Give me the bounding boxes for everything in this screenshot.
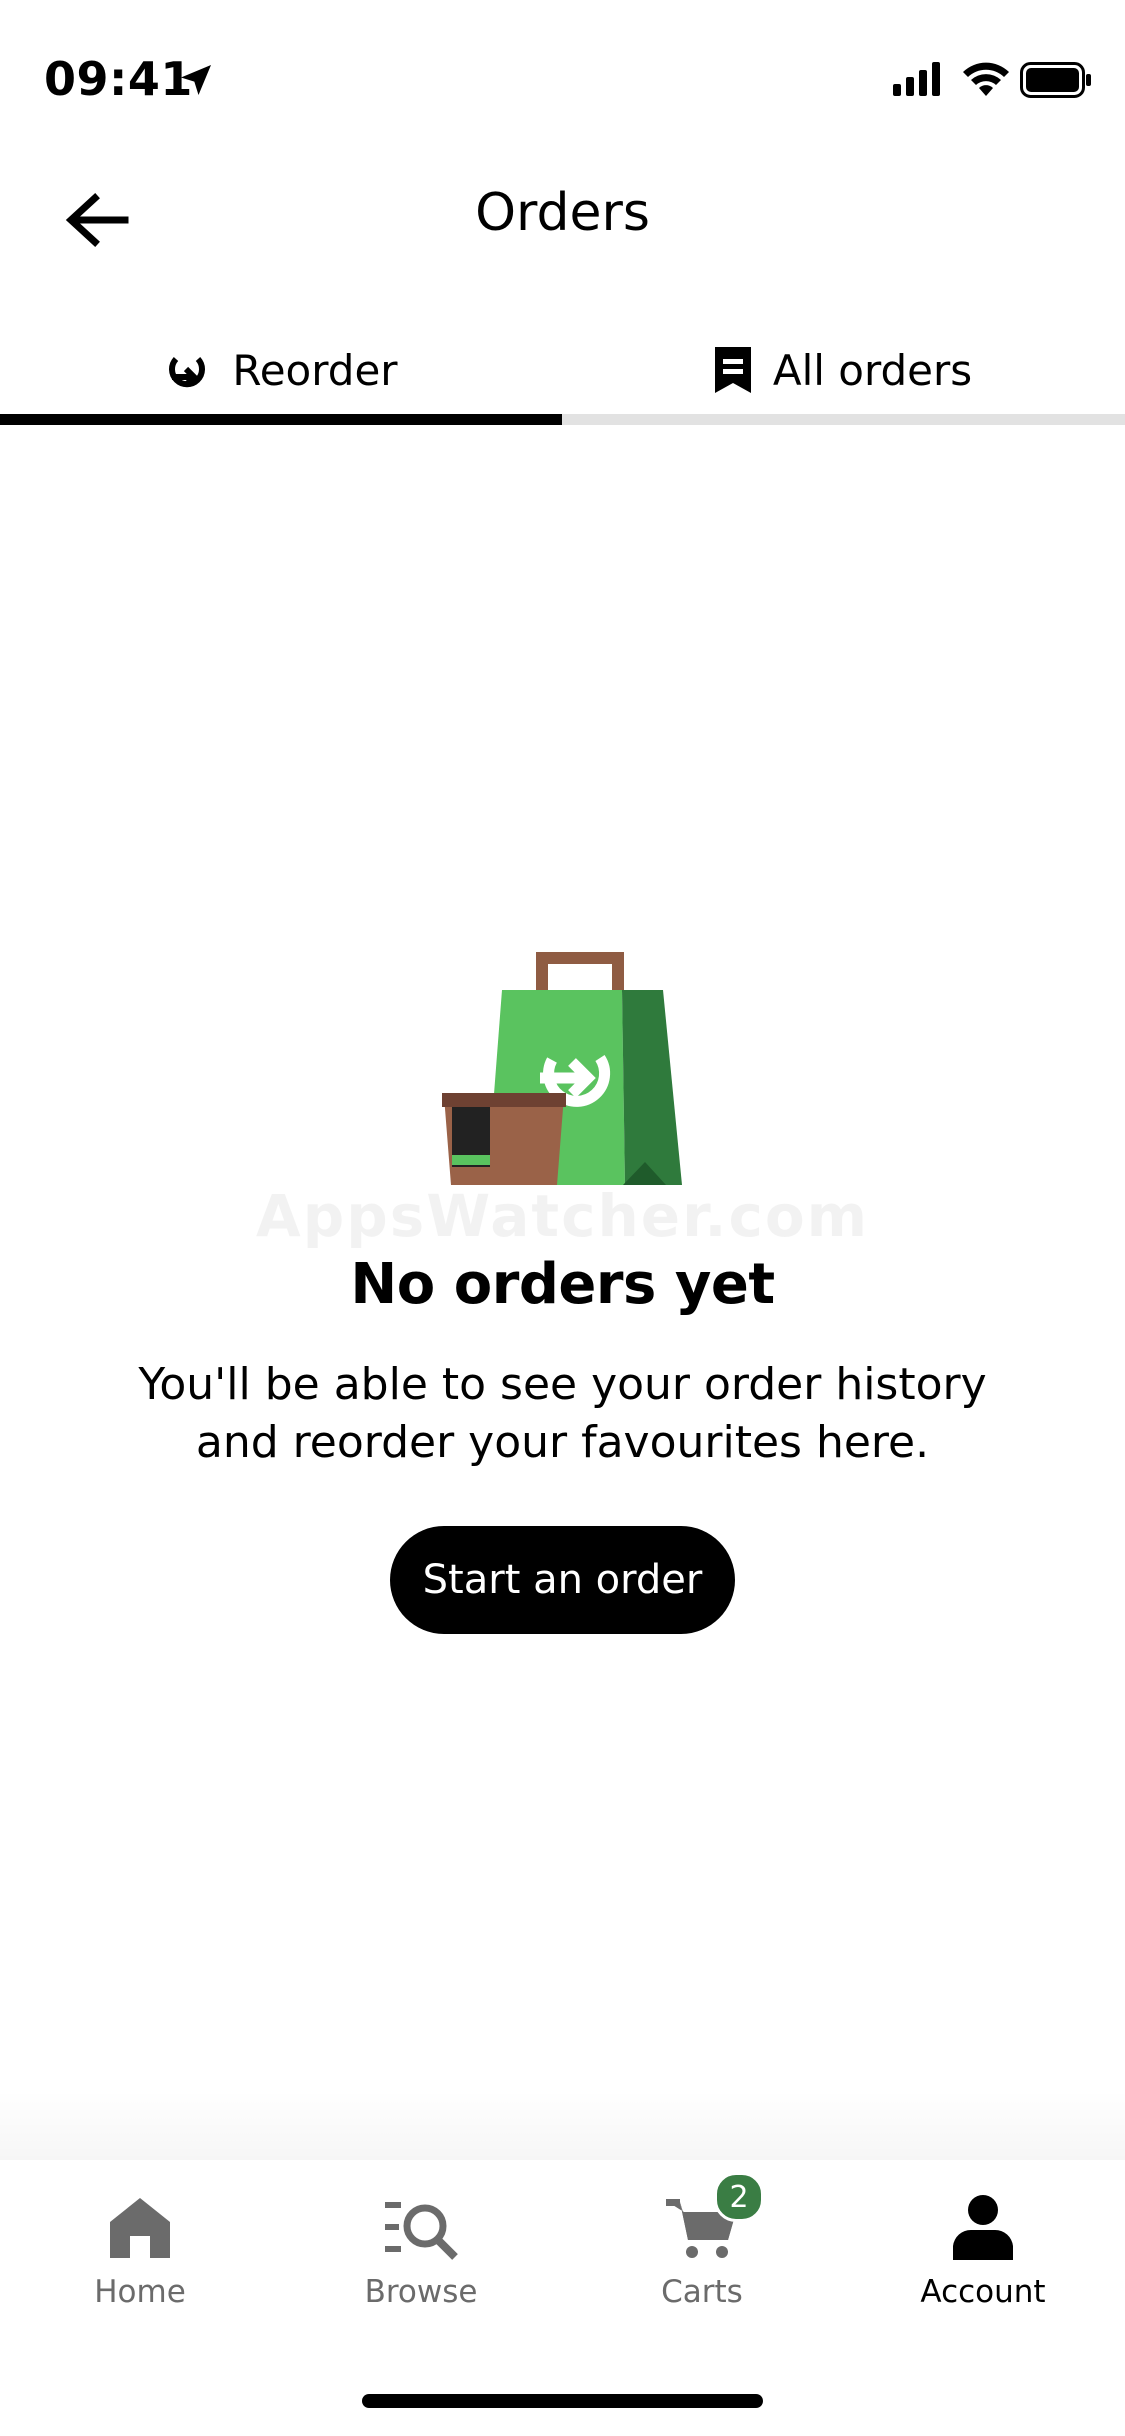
nav-account-label: Account <box>920 2274 1046 2310</box>
empty-state-subtitle-line-2: and reorder your favourites here. <box>195 1417 930 1468</box>
battery-icon <box>1020 62 1091 98</box>
page-title: Orders <box>475 183 650 243</box>
location-arrow-icon <box>181 65 211 95</box>
empty-state-subtitle: You'll be able to see your order history… <box>120 1356 1005 1472</box>
receipt-icon <box>714 347 751 393</box>
nav-home[interactable]: Home <box>0 2180 280 2330</box>
browse-search-icon <box>385 2202 458 2260</box>
cellular-signal-icon <box>893 62 940 96</box>
empty-state-subtitle-line-1: You'll be able to see your order history <box>138 1359 987 1410</box>
tab-all-orders[interactable]: All orders <box>562 320 1125 420</box>
tab-indicator-inactive <box>562 414 1125 425</box>
tab-indicator-active <box>0 414 562 425</box>
person-icon <box>953 2195 1013 2260</box>
nav-browse[interactable]: Browse <box>281 2180 561 2330</box>
nav-browse-label: Browse <box>364 2274 478 2310</box>
tab-reorder[interactable]: Reorder <box>0 320 562 420</box>
cart-count-badge: 2 <box>714 2172 764 2222</box>
bottom-nav-shadow <box>0 2090 1125 2160</box>
tab-reorder-label: Reorder <box>232 345 398 395</box>
nav-account[interactable]: Account <box>843 2180 1123 2330</box>
watermark: AppsWatcher.com <box>255 1182 870 1250</box>
tab-all-orders-label: All orders <box>772 345 973 395</box>
nav-home-label: Home <box>94 2274 186 2310</box>
nav-carts-label: Carts <box>661 2274 743 2310</box>
nav-carts[interactable]: 2 Carts <box>562 2172 842 2330</box>
reorder-icon <box>169 356 206 388</box>
shopping-bag-illustration <box>442 952 682 1185</box>
empty-state-title: No orders yet <box>350 1252 775 1317</box>
status-time: 09:41 <box>44 52 193 106</box>
wifi-icon <box>963 62 1009 96</box>
home-icon <box>110 2198 170 2258</box>
start-order-button[interactable]: Start an order <box>390 1526 735 1634</box>
home-indicator[interactable] <box>362 2394 763 2408</box>
